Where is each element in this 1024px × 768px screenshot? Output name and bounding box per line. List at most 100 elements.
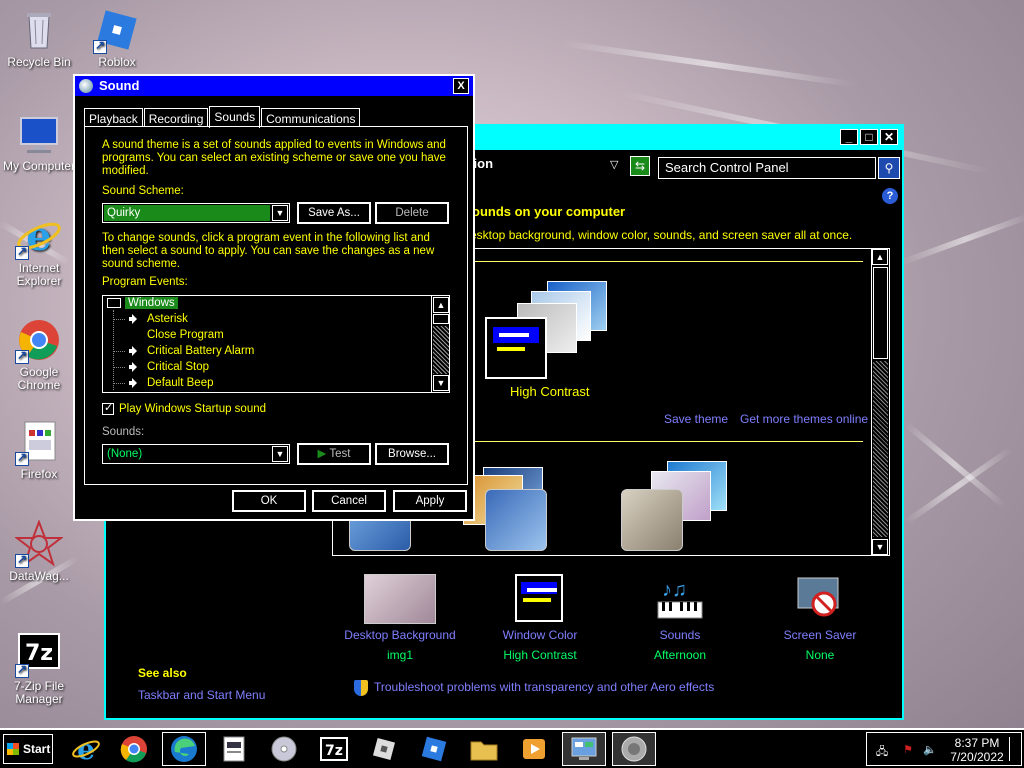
sound-theme-description: A sound theme is a set of sounds applied…	[102, 139, 446, 177]
help-icon[interactable]: ?	[882, 188, 898, 204]
desktop-icon-label: Google Chrome	[17, 365, 61, 392]
tree-item-asterisk[interactable]: Asterisk	[129, 313, 188, 329]
troubleshoot-link[interactable]: Troubleshoot problems with transparency …	[354, 680, 714, 696]
taskbar-edge[interactable]	[162, 732, 206, 766]
high-contrast-theme-label[interactable]: High Contrast	[510, 384, 589, 399]
startup-sound-checkbox[interactable]: Play Windows Startup sound	[102, 401, 266, 415]
taskbar-sound[interactable]	[612, 732, 656, 766]
desktop-icon-7zip[interactable]: 7z 7-Zip File Manager	[0, 630, 78, 706]
start-label: Start	[23, 742, 51, 756]
save-theme-link[interactable]: Save theme	[664, 412, 728, 426]
chevron-down-icon[interactable]: ▼	[272, 205, 288, 221]
tree-item-critical-battery-alarm[interactable]: Critical Battery Alarm	[129, 345, 254, 361]
close-button[interactable]: X	[453, 78, 469, 94]
sounds-select[interactable]: (None) ▼	[102, 444, 290, 464]
ok-button[interactable]: OK	[231, 489, 307, 513]
roblox-icon	[93, 6, 141, 54]
test-button[interactable]: ▶ Test	[296, 442, 372, 466]
sounds-item[interactable]: ♪♫ Sounds Afternoon	[620, 574, 740, 662]
edge-icon	[171, 736, 197, 762]
scroll-track[interactable]	[873, 361, 888, 537]
cancel-button[interactable]: Cancel	[311, 489, 387, 513]
scroll-thumb[interactable]	[433, 314, 449, 324]
taskbar-internet-explorer[interactable]: e	[64, 732, 108, 766]
network-icon[interactable]: 🖧	[875, 743, 889, 758]
taskbar-media-player[interactable]	[512, 732, 556, 766]
get-more-themes-link[interactable]: Get more themes online	[740, 412, 868, 426]
scroll-thumb[interactable]	[873, 267, 888, 359]
high-contrast-theme-thumbnail[interactable]	[485, 317, 547, 379]
system-tray: 🖧 ⚑ 🔈 8:37 PM 7/20/2022	[866, 732, 1022, 766]
address-dropdown-icon[interactable]: ▽	[610, 158, 618, 171]
svg-text:7z: 7z	[25, 641, 53, 666]
internet-explorer-icon: e	[15, 212, 63, 260]
window-color-item[interactable]: Window Color High Contrast	[480, 574, 600, 662]
search-input[interactable]: Search Control Panel	[658, 157, 876, 179]
theme-list-scrollbar[interactable]: ▲ ▼	[871, 249, 889, 555]
dialog-titlebar[interactable]: Sound X	[75, 76, 473, 96]
desktop-icon-recycle-bin[interactable]: Recycle Bin	[0, 6, 78, 69]
tree-item-label: Asterisk	[147, 313, 188, 325]
tab-strip: Playback Recording Sounds Communications	[84, 106, 361, 128]
desktop-icon-label: Roblox	[98, 55, 136, 69]
clock[interactable]: 8:37 PM 7/20/2022	[945, 736, 1009, 764]
taskbar-control-panel[interactable]	[562, 732, 606, 766]
close-button[interactable]: ✕	[880, 129, 898, 145]
show-desktop-button[interactable]	[1009, 737, 1019, 761]
sounds-label: Sounds:	[102, 426, 145, 438]
events-scrollbar[interactable]: ▲ ▼	[431, 296, 449, 392]
sound-dialog: Sound X Playback Recording Sounds Commun…	[73, 74, 475, 521]
tab-sounds[interactable]: Sounds	[209, 106, 261, 128]
theme-thumbnail[interactable]	[621, 489, 683, 551]
action-center-flag-icon[interactable]: ⚑	[901, 743, 915, 757]
maximize-button[interactable]: □	[860, 129, 878, 145]
tree-item-label: Default Beep	[147, 377, 214, 389]
tree-item-critical-stop[interactable]: Critical Stop	[129, 361, 209, 377]
taskbar-app[interactable]	[212, 732, 256, 766]
tree-item-close-program[interactable]: Close Program	[129, 329, 224, 345]
tab-communications[interactable]: Communications	[261, 108, 361, 127]
start-button[interactable]: Start	[3, 734, 53, 764]
scroll-track[interactable]	[433, 326, 449, 374]
play-icon: ▶	[317, 448, 327, 460]
taskbar-media[interactable]	[262, 732, 306, 766]
chevron-down-icon[interactable]: ▼	[272, 446, 288, 462]
minimize-button[interactable]: _	[840, 129, 858, 145]
scroll-down-icon[interactable]: ▼	[433, 375, 449, 391]
refresh-icon[interactable]: ⇆	[630, 156, 650, 176]
program-events-tree[interactable]: Windows Asterisk Close Program Critical …	[102, 295, 450, 393]
speaker-icon	[621, 736, 647, 762]
datawag-icon	[14, 519, 64, 568]
apply-button[interactable]: Apply	[392, 489, 468, 513]
delete-button[interactable]: Delete	[374, 201, 450, 225]
taskbar-roblox[interactable]	[412, 732, 456, 766]
save-as-button[interactable]: Save As...	[296, 201, 372, 225]
scroll-up-icon[interactable]: ▲	[872, 249, 888, 265]
tree-item-default-beep[interactable]: Default Beep	[129, 377, 214, 392]
desktop-icon-my-computer[interactable]: My Computer	[0, 110, 78, 173]
tab-recording[interactable]: Recording	[143, 108, 209, 127]
desktop-icon-datawag[interactable]: DataWag...	[0, 519, 78, 583]
desktop-icon-internet-explorer[interactable]: e Internet Explorer	[0, 212, 78, 288]
taskbar-file-explorer[interactable]	[462, 732, 506, 766]
scroll-down-icon[interactable]: ▼	[872, 539, 888, 555]
screen-saver-item[interactable]: Screen Saver None	[760, 574, 880, 662]
tab-playback[interactable]: Playback	[84, 108, 143, 127]
tree-item-windows[interactable]: Windows	[107, 297, 178, 313]
taskbar-7zip[interactable]: 7z	[312, 732, 356, 766]
svg-text:e: e	[26, 213, 51, 260]
taskbar-roblox-studio[interactable]	[362, 732, 406, 766]
search-icon[interactable]: ⚲	[878, 157, 900, 179]
desktop-icon-firefox[interactable]: Firefox	[0, 418, 78, 481]
checkbox-checked-icon[interactable]	[102, 401, 114, 415]
desktop-icon-google-chrome[interactable]: Google Chrome	[0, 316, 78, 392]
scroll-up-icon[interactable]: ▲	[433, 297, 449, 313]
taskbar-start-menu-link[interactable]: Taskbar and Start Menu	[138, 688, 265, 702]
desktop-background-item[interactable]: Desktop Background img1	[340, 574, 460, 662]
desktop-icon-roblox[interactable]: Roblox	[78, 6, 156, 69]
browse-button[interactable]: Browse...	[374, 442, 450, 466]
taskbar-chrome[interactable]	[112, 732, 156, 766]
sound-scheme-select[interactable]: Quirky ▼	[102, 203, 290, 223]
theme-thumbnail[interactable]	[485, 489, 547, 551]
volume-icon[interactable]: 🔈	[923, 743, 937, 757]
